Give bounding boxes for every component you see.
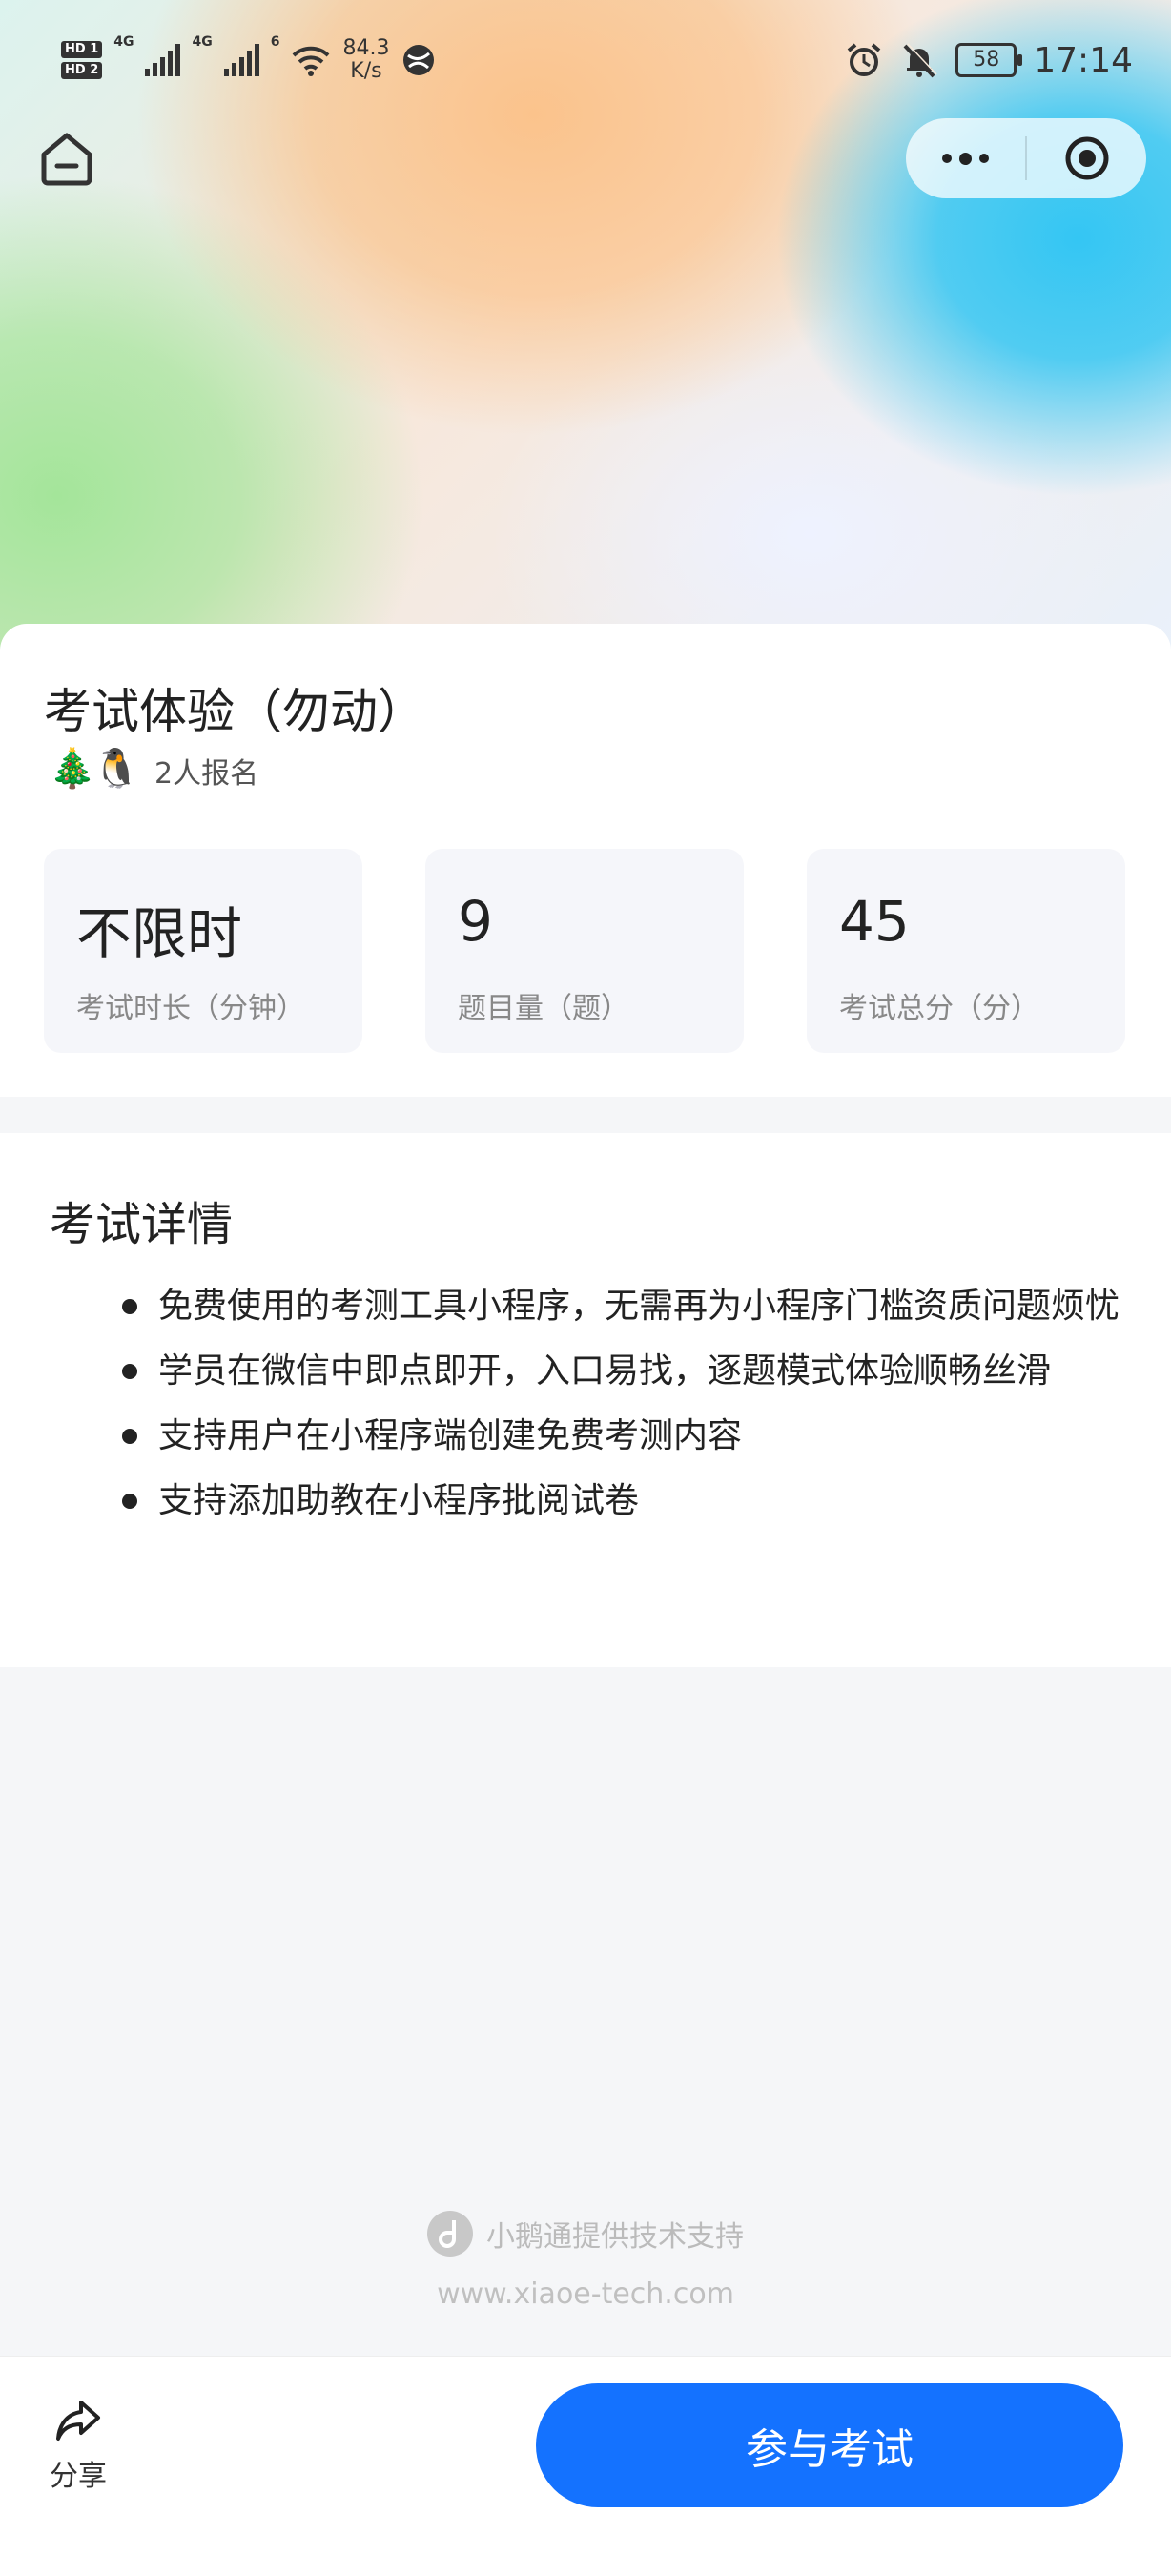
home-icon (41, 133, 92, 186)
xiaoe-logo-icon (427, 2211, 473, 2257)
join-exam-button[interactable]: 参与考试 (536, 2383, 1123, 2507)
vpn-globe-icon (403, 45, 435, 75)
hero-banner (0, 0, 1171, 668)
detail-title: 考试详情 (50, 1198, 234, 1251)
status-bar: HD 1 HD 2 4G 4G 6 84.3 K/s 58 17:14 (61, 27, 1133, 93)
exam-detail-card: 考试详情 免费使用的考测工具小程序，无需再为小程序门槛资质问题烦忧 学员在微信中… (0, 1133, 1171, 1667)
close-miniprogram-button[interactable] (1027, 118, 1146, 198)
exam-info-card: 考试体验（勿动） 🎄 🐧 2人报名 不限时 考试时长（分钟） 9 题目量（题） … (0, 624, 1171, 1097)
wifi-generation: 6 (270, 34, 280, 50)
list-item: 支持添加助教在小程序批阅试卷 (122, 1469, 1121, 1534)
stat-duration: 不限时 考试时长（分钟） (44, 849, 362, 1053)
stat-score-value: 45 (839, 889, 910, 954)
more-dot-icon (979, 154, 989, 163)
enroll-count: 2人报名 (154, 757, 259, 791)
network-speed: 84.3 K/s (342, 37, 389, 83)
signal-icon (145, 44, 181, 76)
detail-list: 免费使用的考测工具小程序，无需再为小程序门槛资质问题烦忧 学员在微信中即点即开，… (122, 1274, 1121, 1534)
home-button[interactable] (38, 130, 95, 187)
stat-total-score: 45 考试总分（分） (807, 849, 1125, 1053)
enrolled-avatars: 🎄 🐧 (44, 740, 145, 797)
more-dot-icon (959, 152, 972, 165)
sim2-badge: HD 2 (61, 62, 103, 79)
battery-indicator: 58 (955, 43, 1023, 77)
signal-icon-2 (223, 44, 259, 76)
avatar: 🐧 (88, 740, 145, 797)
target-close-icon (1065, 136, 1108, 180)
more-dot-icon (942, 154, 952, 163)
stat-question-count: 9 题目量（题） (425, 849, 744, 1053)
exam-title: 考试体验（勿动） (44, 684, 425, 739)
wifi-icon (293, 46, 330, 76)
list-item: 支持用户在小程序端创建免费考测内容 (122, 1404, 1121, 1469)
list-item: 免费使用的考测工具小程序，无需再为小程序门槛资质问题烦忧 (122, 1274, 1121, 1339)
list-item: 学员在微信中即点即开，入口易找，逐题模式体验顺畅丝滑 (122, 1339, 1121, 1404)
miniprogram-capsule (906, 118, 1146, 198)
share-icon (56, 2401, 100, 2441)
site-url: www.xiaoe-tech.com (437, 2277, 734, 2311)
clock: 17:14 (1034, 40, 1133, 80)
stat-score-label: 考试总分（分） (839, 992, 1039, 1025)
sim-indicators: HD 1 HD 2 (61, 41, 103, 79)
bottom-action-bar: 分享 参与考试 (0, 2356, 1171, 2576)
share-label: 分享 (50, 2460, 107, 2493)
powered-by-text: 小鹅通提供技术支持 (486, 2220, 744, 2254)
more-button[interactable] (906, 118, 1025, 198)
mute-bell-icon (903, 43, 937, 78)
stat-duration-value: 不限时 (76, 901, 243, 966)
stat-question-value: 9 (458, 889, 493, 954)
powered-by: 小鹅通提供技术支持 (0, 2211, 1171, 2257)
share-button[interactable]: 分享 (40, 2395, 116, 2494)
speed-value: 84.3 (342, 36, 390, 60)
stat-duration-label: 考试时长（分钟） (76, 992, 305, 1025)
alarm-icon (847, 43, 881, 76)
network-type-1: 4G (113, 34, 134, 50)
sim1-badge: HD 1 (61, 41, 103, 58)
speed-unit: K/s (350, 59, 382, 83)
network-type-2: 4G (192, 34, 213, 50)
stat-question-label: 题目量（题） (458, 992, 629, 1025)
